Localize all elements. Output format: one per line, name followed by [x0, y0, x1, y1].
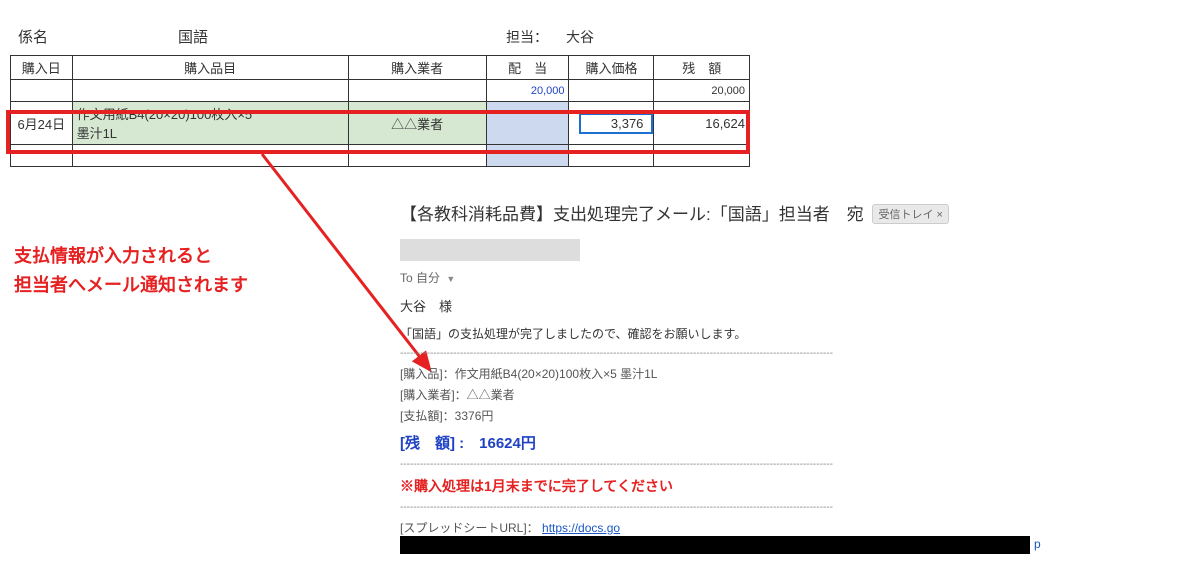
col-vendor-header: 購入業者 — [348, 56, 486, 80]
cell-date[interactable]: 6月24日 — [11, 102, 73, 145]
url-label: [スプレッドシートURL]： — [400, 521, 539, 535]
to-text: To 自分 — [400, 271, 440, 285]
sender-redacted — [400, 239, 580, 261]
cell-item-line2: 墨汁1L — [77, 123, 344, 142]
field-item-label: [購入品]： — [400, 367, 455, 381]
url-line: [スプレッドシートURL]： https://docs.go p — [400, 519, 1190, 554]
col-item-header: 購入品目 — [72, 56, 348, 80]
email-section: 【各教科消耗品費】支出処理完了メール:「国語」担当者 宛 受信トレイ × To … — [400, 200, 1190, 554]
col-alloc-header: 配 当 — [486, 56, 569, 80]
annotation-text: 支払情報が入力されると 担当者へメール通知されます — [14, 242, 248, 300]
table-alloc-row: 20,000 20,000 — [11, 80, 750, 102]
cell-item[interactable]: 作文用紙B4(20×20)100枚入×5 墨汁1L — [72, 102, 348, 145]
col-date-header: 購入日 — [11, 56, 73, 80]
cell-price[interactable]: 3,376 — [569, 102, 654, 145]
cell-item-line1: 作文用紙B4(20×20)100枚入×5 — [77, 104, 344, 123]
cell-balance[interactable]: 16,624 — [654, 102, 750, 145]
sheet-header-row: 係名 国語 担当： 大谷 — [10, 26, 750, 51]
table-blank-row — [11, 145, 750, 167]
chevron-down-icon[interactable]: ▼ — [446, 274, 455, 284]
inbox-chip[interactable]: 受信トレイ × — [872, 204, 948, 224]
table-purchase-row[interactable]: 6月24日 作文用紙B4(20×20)100枚入×5 墨汁1L △△業者 3,3… — [11, 102, 750, 145]
field-amount-label: [支払額]： — [400, 409, 455, 423]
balance-initial-value: 20,000 — [654, 80, 750, 102]
email-warning: ※購入処理は1月末までに完了してください — [400, 476, 1190, 496]
field-balance-value: 16624円 — [479, 435, 536, 452]
tanto-label: 担当： — [506, 27, 548, 47]
subject-value: 国語 — [178, 26, 208, 47]
annotation-line2: 担当者へメール通知されます — [14, 271, 248, 300]
col-price-header: 購入価格 — [569, 56, 654, 80]
alloc-initial-value: 20,000 — [486, 80, 569, 102]
annotation-line1: 支払情報が入力されると — [14, 242, 248, 271]
email-greeting: 大谷 様 — [400, 296, 1190, 315]
field-amount-value: 3376円 — [455, 409, 494, 423]
url-trailing: p — [1034, 537, 1041, 551]
field-vendor-label: [購入業者]： — [400, 388, 467, 402]
email-intro: 「国語」の支払処理が完了しましたので、確認をお願いします。 — [400, 325, 1190, 342]
col-balance-header: 残 額 — [654, 56, 750, 80]
cell-vendor[interactable]: △△業者 — [348, 102, 486, 145]
url-redacted — [400, 536, 1030, 554]
spreadsheet-url-link[interactable]: https://docs.go — [542, 521, 620, 535]
table-header-row: 購入日 購入品目 購入業者 配 当 購入価格 残 額 — [11, 56, 750, 80]
cell-price-value: 3,376 — [579, 113, 654, 134]
field-item: [購入品]：作文用紙B4(20×20)100枚入×5 墨汁1L — [400, 365, 1190, 382]
spreadsheet-section: 係名 国語 担当： 大谷 購入日 購入品目 購入業者 配 当 購入価格 残 額 … — [10, 26, 750, 167]
email-subject-text: 【各教科消耗品費】支出処理完了メール:「国語」担当者 宛 — [400, 205, 864, 224]
field-item-value: 作文用紙B4(20×20)100枚入×5 墨汁1L — [455, 367, 658, 381]
field-vendor: [購入業者]：△△業者 — [400, 386, 1190, 403]
field-vendor-value: △△業者 — [467, 388, 515, 402]
field-balance: [残 額] : 16624円 — [400, 432, 1190, 453]
cell-alloc[interactable] — [486, 102, 569, 145]
tanto-name: 大谷 — [566, 27, 594, 47]
field-amount: [支払額]：3376円 — [400, 407, 1190, 424]
field-balance-label: [残 額] : — [400, 435, 479, 452]
purchase-table: 購入日 購入品目 購入業者 配 当 購入価格 残 額 20,000 20,000… — [10, 55, 750, 167]
divider-line: ----------------------------------------… — [400, 348, 1190, 359]
divider-line: ----------------------------------------… — [400, 459, 1190, 470]
dept-label: 係名 — [18, 26, 48, 47]
email-to-line[interactable]: To 自分 ▼ — [400, 269, 1190, 286]
email-subject: 【各教科消耗品費】支出処理完了メール:「国語」担当者 宛 受信トレイ × — [400, 200, 1190, 225]
divider-line: ----------------------------------------… — [400, 502, 1190, 513]
